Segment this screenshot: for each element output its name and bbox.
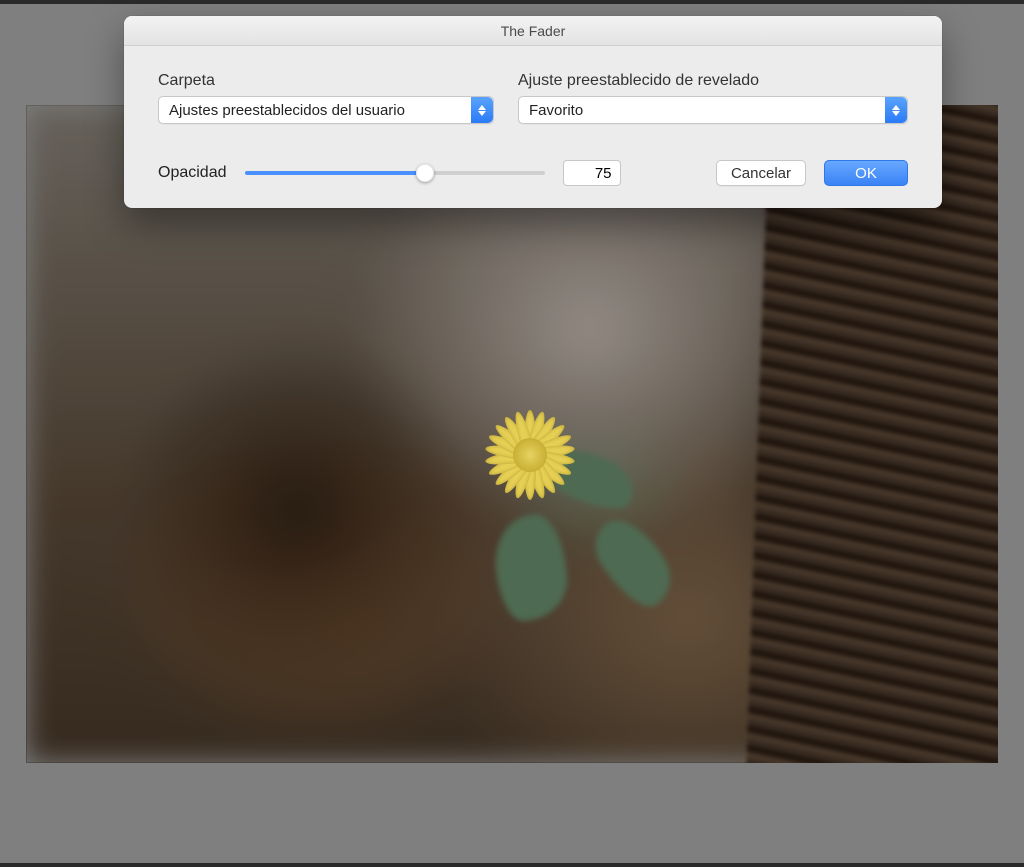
preset-label: Ajuste preestablecido de revelado [518,72,908,90]
updown-icon [471,97,493,123]
folder-select-value: Ajustes preestablecidos del usuario [169,102,405,119]
updown-icon [885,97,907,123]
app-background: The Fader Carpeta Ajustes preestablecido… [0,0,1024,867]
folder-label: Carpeta [158,72,494,90]
cancel-button[interactable]: Cancelar [716,160,806,186]
opacity-input[interactable] [563,160,621,186]
folder-select[interactable]: Ajustes preestablecidos del usuario [158,96,494,124]
opacity-label: Opacidad [158,164,227,182]
opacity-slider[interactable] [245,163,545,183]
slider-thumb[interactable] [416,164,434,182]
preset-select[interactable]: Favorito [518,96,908,124]
fader-dialog: The Fader Carpeta Ajustes preestablecido… [124,16,942,208]
ok-button[interactable]: OK [824,160,908,186]
preset-select-value: Favorito [529,102,583,119]
dialog-title: The Fader [124,16,942,46]
